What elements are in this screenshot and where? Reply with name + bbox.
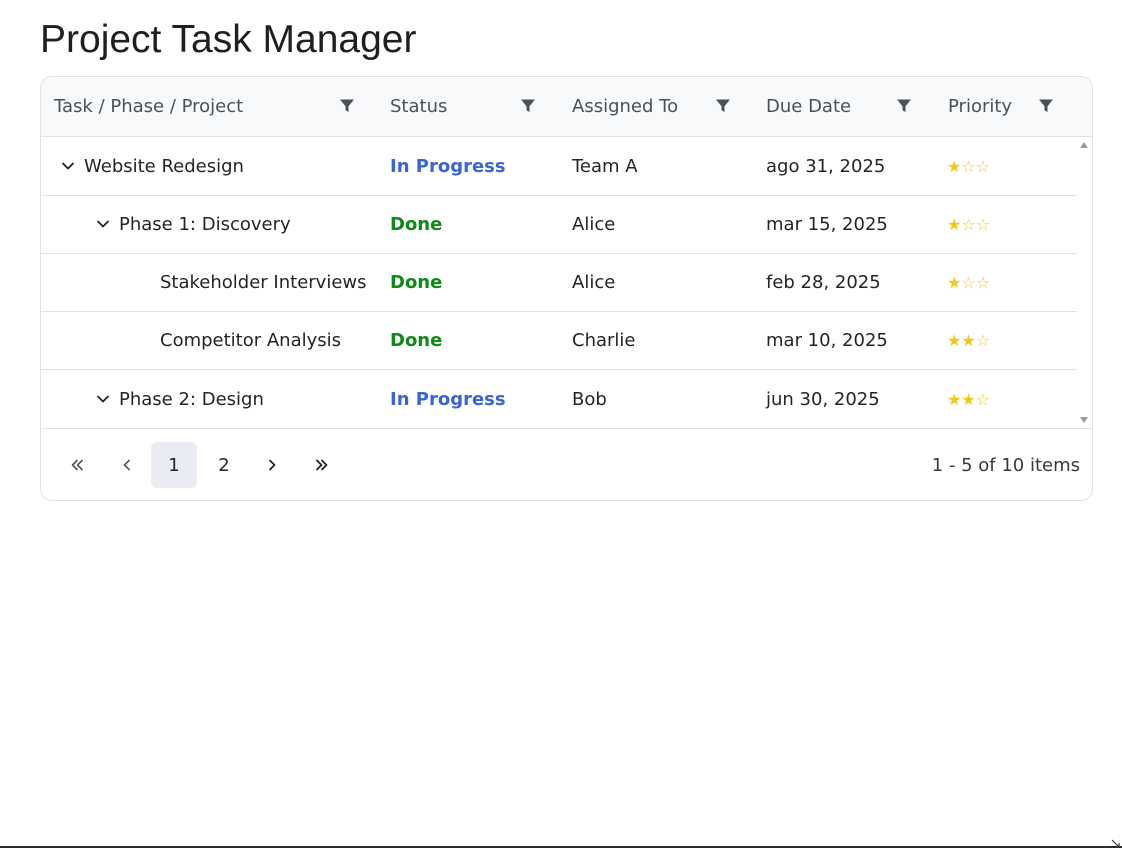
filter-icon[interactable] — [896, 98, 912, 114]
previous-page-button[interactable] — [104, 442, 150, 488]
pager-info: 1 - 5 of 10 items — [931, 454, 1080, 476]
task-cell: Competitor Analysis — [160, 311, 341, 369]
task-name: Website Redesign — [84, 155, 244, 177]
assigned-cell: Charlie — [572, 329, 636, 351]
chevron-left-icon — [123, 459, 130, 471]
due-date-cell: ago 31, 2025 — [766, 155, 886, 177]
priority-stars: ★☆☆ — [947, 156, 991, 176]
status-cell: In Progress — [390, 155, 506, 177]
status-cell: Done — [390, 271, 443, 293]
table-row[interactable]: Stakeholder Interviews Done Alice feb 28… — [41, 253, 1077, 312]
assigned-cell: Bob — [572, 388, 607, 410]
grid-header: Task / Phase / Project Status Assigned T… — [41, 77, 1092, 137]
task-cell: Website Redesign — [60, 137, 244, 195]
last-page-button[interactable] — [299, 442, 345, 488]
task-name: Stakeholder Interviews — [160, 271, 367, 293]
task-cell: Phase 1: Discovery — [95, 195, 291, 253]
first-page-button[interactable] — [54, 442, 100, 488]
table-row[interactable]: Website Redesign In Progress Team A ago … — [41, 137, 1077, 196]
double-chevron-right-icon — [316, 459, 328, 471]
assigned-cell: Team A — [572, 155, 638, 177]
chevron-down-icon[interactable] — [95, 391, 111, 407]
filter-icon[interactable] — [339, 98, 355, 114]
column-header-assigned[interactable]: Assigned To — [572, 77, 678, 136]
task-name: Phase 2: Design — [119, 388, 264, 410]
status-cell: Done — [390, 213, 443, 235]
table-row[interactable]: Phase 2: Design In Progress Bob jun 30, … — [41, 370, 1077, 428]
column-header-due-date[interactable]: Due Date — [766, 77, 851, 136]
filter-icon[interactable] — [520, 98, 536, 114]
double-chevron-left-icon — [71, 459, 83, 471]
due-date-cell: feb 28, 2025 — [766, 271, 881, 293]
due-date-cell: mar 15, 2025 — [766, 213, 888, 235]
vertical-scrollbar[interactable] — [1077, 137, 1092, 428]
assigned-cell: Alice — [572, 213, 616, 235]
priority-stars: ★★☆ — [947, 330, 991, 350]
filter-icon[interactable] — [1038, 98, 1054, 114]
priority-stars: ★★☆ — [947, 389, 991, 409]
filter-icon[interactable] — [715, 98, 731, 114]
column-header-priority[interactable]: Priority — [948, 77, 1012, 136]
window-bottom-border — [0, 846, 1122, 848]
page-button-1[interactable]: 1 — [151, 442, 197, 488]
task-name: Competitor Analysis — [160, 329, 342, 351]
task-cell: Stakeholder Interviews — [160, 253, 367, 311]
chevron-right-icon — [269, 459, 276, 471]
task-treelist: Task / Phase / Project Status Assigned T… — [40, 76, 1093, 501]
next-page-button[interactable] — [249, 442, 295, 488]
task-cell: Phase 2: Design — [95, 370, 264, 428]
pager: 1 2 1 - 5 of 10 items — [41, 428, 1092, 500]
assigned-cell: Alice — [572, 271, 616, 293]
column-header-label: Status — [390, 96, 448, 117]
table-row[interactable]: Competitor Analysis Done Charlie mar 10,… — [41, 311, 1077, 370]
column-header-label: Due Date — [766, 96, 852, 117]
page-button-2[interactable]: 2 — [201, 442, 247, 488]
due-date-cell: jun 30, 2025 — [766, 388, 880, 410]
chevron-down-icon[interactable] — [95, 216, 111, 232]
scroll-down-arrow-icon[interactable] — [1080, 417, 1088, 423]
status-cell: Done — [390, 329, 443, 351]
task-name: Phase 1: Discovery — [119, 213, 291, 235]
priority-stars: ★☆☆ — [947, 272, 991, 292]
priority-stars: ★☆☆ — [947, 214, 991, 234]
scroll-up-arrow-icon[interactable] — [1080, 142, 1088, 148]
resize-handle-icon[interactable] — [1110, 838, 1120, 848]
column-header-label: Assigned To — [572, 96, 679, 117]
column-header-label: Priority — [948, 96, 1013, 117]
page-title: Project Task Manager — [40, 18, 417, 61]
status-cell: In Progress — [390, 388, 506, 410]
column-header-label: Task / Phase / Project — [54, 96, 244, 117]
column-header-task[interactable]: Task / Phase / Project — [54, 77, 243, 136]
table-row[interactable]: Phase 1: Discovery Done Alice mar 15, 20… — [41, 195, 1077, 254]
grid-body: Website Redesign In Progress Team A ago … — [41, 137, 1077, 428]
column-header-status[interactable]: Status — [390, 77, 447, 136]
chevron-down-icon[interactable] — [60, 158, 76, 174]
due-date-cell: mar 10, 2025 — [766, 329, 888, 351]
